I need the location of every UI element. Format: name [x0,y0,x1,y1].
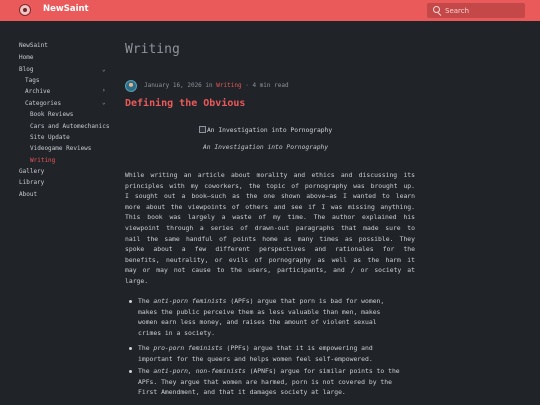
post-in-label: in [205,82,213,89]
bullet-line: (APFs) argue that porn is bad for women, [226,297,385,305]
search-box[interactable] [427,3,525,18]
page-title: Writing [125,42,180,57]
bullet-term: anti-porn feminists [153,297,227,305]
chevron-right-icon[interactable]: › [102,87,106,94]
sidebar-item-gallery[interactable]: Gallery [19,168,44,175]
bullet-line: (APNFs) argue for similar points to the [245,367,400,375]
post-category-link[interactable]: Writing [216,82,241,89]
chevron-down-icon[interactable]: ⌄ [102,99,106,106]
bullet-line: APFs. They argue that women are harmed, … [138,377,392,386]
sidebar-item-categories[interactable]: Categories [25,100,61,107]
chevron-down-icon[interactable]: ⌄ [102,66,106,73]
bullet-lead: The [138,344,154,352]
post-image: An Investigation into Pornography [199,126,332,134]
sidebar-item-library[interactable]: Library [19,179,44,186]
author-avatar [125,80,137,92]
meta-separator: · [245,82,249,89]
sidebar: NewSaint Home Blog ⌄ Tags Archive › Cate… [0,21,113,405]
broken-image-icon [199,126,206,133]
sidebar-item-book-reviews[interactable]: Book Reviews [30,111,73,118]
site-brand[interactable]: NewSaint [43,4,89,14]
sidebar-item-blog[interactable]: Blog [19,66,33,73]
site-logo-icon[interactable] [19,4,31,16]
post-paragraph: While writing an article about morality … [125,170,415,287]
paragraph-line: viewpoint through a series of drawn-out … [125,223,415,232]
bullet-line: important for the queers and helps women… [138,354,373,363]
bullet-line: makes the public perceive them as less v… [138,307,381,316]
post-image-caption: An Investigation into Pornography [203,144,329,151]
bullet-term: pro-porn feminists [153,344,223,352]
paragraph-line: spoke about a few different perspectives… [125,245,415,254]
sidebar-item-newsaint[interactable]: NewSaint [19,42,48,49]
post-meta: January 16, 2026 in Writing · 4 min read [144,82,289,89]
sidebar-item-cars-and-automechanics[interactable]: Cars and Automechanics [30,123,109,130]
search-icon [433,6,440,13]
bullet-icon [129,370,132,373]
bullet-term: anti-porn, non-feminists [153,367,246,375]
bullet-lead: The [138,297,154,305]
bullet-line: women earn less money, and raises the am… [138,318,377,327]
post-date: January 16, 2026 [144,82,202,89]
bullet-lead: The [138,367,154,375]
sidebar-item-site-update[interactable]: Site Update [30,134,70,141]
post-title[interactable]: Defining the Obvious [125,98,245,109]
sidebar-item-home[interactable]: Home [19,54,33,61]
paragraph-line: benefits, neutrality, or evils of pornog… [125,255,415,264]
bullet-icon [129,347,132,350]
paragraph-line: nail the same handful of points home as … [125,234,415,243]
bullet-icon [129,300,132,303]
paragraph-line: I sought out a book—such as the one show… [125,192,415,201]
paragraph-line: more about the viewpoints of others and … [125,202,415,211]
paragraph-line: This book was largely a waste of my time… [125,213,415,222]
paragraph-line: may or may not cause to the users, parti… [125,266,415,275]
sidebar-item-tags[interactable]: Tags [25,77,39,84]
top-bar: NewSaint [0,0,540,21]
bullet-line: crimes in a society. [138,328,215,337]
search-input[interactable] [445,4,521,17]
paragraph-line: While writing an article about morality … [125,171,415,179]
paragraph-line: principles with my coworkers, the topic … [125,181,415,190]
paragraph-line: large. [125,276,149,285]
bullet-line: (PPFs) argue that it is empowering and [222,344,373,352]
sidebar-item-videogame-reviews[interactable]: Videogame Reviews [30,145,91,152]
sidebar-item-about[interactable]: About [19,191,37,198]
post-read-time: 4 min read [252,82,289,89]
sidebar-item-archive[interactable]: Archive [25,88,50,95]
bullet-line: First Amendment, and that it damages soc… [138,388,346,397]
post-image-alt: An Investigation into Pornography [207,127,333,134]
sidebar-item-writing[interactable]: Writing [30,157,55,164]
